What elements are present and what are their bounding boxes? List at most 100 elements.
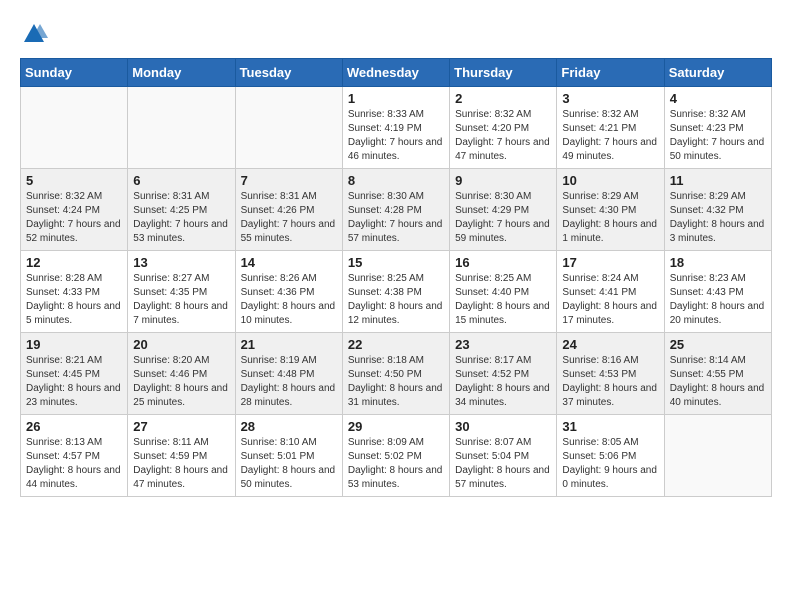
day-number: 17 — [562, 255, 658, 270]
day-number: 12 — [26, 255, 122, 270]
calendar-week-row: 19 Sunrise: 8:21 AMSunset: 4:45 PMDayligh… — [21, 333, 772, 415]
calendar-day-cell: 7 Sunrise: 8:31 AMSunset: 4:26 PMDaylight… — [235, 169, 342, 251]
calendar-week-row: 5Sunrise: 8:32 AMSunset: 4:24 PMDaylight… — [21, 169, 772, 251]
day-number: 5 — [26, 173, 122, 188]
calendar-day-cell: 14 Sunrise: 8:26 AMSunset: 4:36 PMDayligh… — [235, 251, 342, 333]
calendar-day-cell: 31 Sunrise: 8:05 AMSunset: 5:06 PMDayligh… — [557, 415, 664, 497]
day-info: Sunrise: 8:09 AMSunset: 5:02 PMDaylight:… — [348, 436, 444, 492]
day-number: 9 — [455, 173, 551, 188]
day-info: Sunrise: 8:32 AMSunset: 4:21 PMDaylight:… — [562, 108, 658, 164]
calendar-day-cell: 29 Sunrise: 8:09 AMSunset: 5:02 PMDayligh… — [342, 415, 449, 497]
calendar-day-cell: 9Sunrise: 8:30 AMSunset: 4:29 PMDaylight… — [450, 169, 557, 251]
day-header: Saturday — [664, 59, 771, 87]
logo — [20, 20, 52, 48]
calendar-day-cell: 19 Sunrise: 8:21 AMSunset: 4:45 PMDayligh… — [21, 333, 128, 415]
day-number: 4 — [670, 91, 766, 106]
day-number: 26 — [26, 419, 122, 434]
day-info: Sunrise: 8:07 AMSunset: 5:04 PMDaylight:… — [455, 436, 551, 492]
calendar-day-cell: 4 Sunrise: 8:32 AMSunset: 4:23 PMDaylight… — [664, 87, 771, 169]
calendar-day-cell: 5Sunrise: 8:32 AMSunset: 4:24 PMDaylight… — [21, 169, 128, 251]
day-header: Thursday — [450, 59, 557, 87]
day-info: Sunrise: 8:33 AMSunset: 4:19 PMDaylight:… — [348, 108, 444, 164]
day-number: 16 — [455, 255, 551, 270]
day-number: 27 — [133, 419, 229, 434]
day-info: Sunrise: 8:21 AMSunset: 4:45 PMDaylight:… — [26, 354, 122, 410]
day-number: 22 — [348, 337, 444, 352]
calendar-day-cell: 30Sunrise: 8:07 AMSunset: 5:04 PMDayligh… — [450, 415, 557, 497]
day-info: Sunrise: 8:05 AMSunset: 5:06 PMDaylight:… — [562, 436, 658, 492]
day-number: 1 — [348, 91, 444, 106]
day-info: Sunrise: 8:32 AMSunset: 4:20 PMDaylight:… — [455, 108, 551, 164]
day-info: Sunrise: 8:26 AMSunset: 4:36 PMDaylight:… — [241, 272, 337, 328]
day-info: Sunrise: 8:14 AMSunset: 4:55 PMDaylight:… — [670, 354, 766, 410]
day-number: 18 — [670, 255, 766, 270]
day-number: 7 — [241, 173, 337, 188]
day-number: 31 — [562, 419, 658, 434]
day-info: Sunrise: 8:23 AMSunset: 4:43 PMDaylight:… — [670, 272, 766, 328]
calendar-day-cell — [664, 415, 771, 497]
calendar-day-cell: 1 Sunrise: 8:33 AMSunset: 4:19 PMDaylight… — [342, 87, 449, 169]
day-info: Sunrise: 8:19 AMSunset: 4:48 PMDaylight:… — [241, 354, 337, 410]
day-info: Sunrise: 8:30 AMSunset: 4:28 PMDaylight:… — [348, 190, 444, 246]
calendar-day-cell — [21, 87, 128, 169]
day-info: Sunrise: 8:31 AMSunset: 4:26 PMDaylight:… — [241, 190, 337, 246]
calendar-day-cell: 20 Sunrise: 8:20 AMSunset: 4:46 PMDayligh… — [128, 333, 235, 415]
day-number: 28 — [241, 419, 337, 434]
calendar-day-cell: 2 Sunrise: 8:32 AMSunset: 4:20 PMDaylight… — [450, 87, 557, 169]
calendar-week-row: 12Sunrise: 8:28 AMSunset: 4:33 PMDayligh… — [21, 251, 772, 333]
calendar-day-cell: 22 Sunrise: 8:18 AMSunset: 4:50 PMDayligh… — [342, 333, 449, 415]
day-info: Sunrise: 8:16 AMSunset: 4:53 PMDaylight:… — [562, 354, 658, 410]
day-info: Sunrise: 8:20 AMSunset: 4:46 PMDaylight:… — [133, 354, 229, 410]
calendar-day-cell: 18 Sunrise: 8:23 AMSunset: 4:43 PMDayligh… — [664, 251, 771, 333]
day-info: Sunrise: 8:29 AMSunset: 4:32 PMDaylight:… — [670, 190, 766, 246]
day-number: 14 — [241, 255, 337, 270]
calendar-day-cell: 24 Sunrise: 8:16 AMSunset: 4:53 PMDayligh… — [557, 333, 664, 415]
day-info: Sunrise: 8:32 AMSunset: 4:23 PMDaylight:… — [670, 108, 766, 164]
calendar-day-cell: 12Sunrise: 8:28 AMSunset: 4:33 PMDayligh… — [21, 251, 128, 333]
day-number: 23 — [455, 337, 551, 352]
calendar-week-row: 1 Sunrise: 8:33 AMSunset: 4:19 PMDaylight… — [21, 87, 772, 169]
day-number: 6 — [133, 173, 229, 188]
day-number: 29 — [348, 419, 444, 434]
day-number: 10 — [562, 173, 658, 188]
day-info: Sunrise: 8:18 AMSunset: 4:50 PMDaylight:… — [348, 354, 444, 410]
day-number: 11 — [670, 173, 766, 188]
day-info: Sunrise: 8:25 AMSunset: 4:38 PMDaylight:… — [348, 272, 444, 328]
day-number: 2 — [455, 91, 551, 106]
calendar-day-cell: 13 Sunrise: 8:27 AMSunset: 4:35 PMDayligh… — [128, 251, 235, 333]
day-info: Sunrise: 8:31 AMSunset: 4:25 PMDaylight:… — [133, 190, 229, 246]
calendar-day-cell: 3Sunrise: 8:32 AMSunset: 4:21 PMDaylight… — [557, 87, 664, 169]
calendar-day-cell: 25Sunrise: 8:14 AMSunset: 4:55 PMDayligh… — [664, 333, 771, 415]
day-number: 21 — [241, 337, 337, 352]
day-info: Sunrise: 8:25 AMSunset: 4:40 PMDaylight:… — [455, 272, 551, 328]
day-info: Sunrise: 8:13 AMSunset: 4:57 PMDaylight:… — [26, 436, 122, 492]
day-number: 20 — [133, 337, 229, 352]
day-header: Monday — [128, 59, 235, 87]
day-info: Sunrise: 8:27 AMSunset: 4:35 PMDaylight:… — [133, 272, 229, 328]
calendar-table: SundayMondayTuesdayWednesdayThursdayFrid… — [20, 58, 772, 497]
calendar-day-cell: 28Sunrise: 8:10 AMSunset: 5:01 PMDayligh… — [235, 415, 342, 497]
day-number: 8 — [348, 173, 444, 188]
calendar-day-cell: 8 Sunrise: 8:30 AMSunset: 4:28 PMDaylight… — [342, 169, 449, 251]
day-info: Sunrise: 8:17 AMSunset: 4:52 PMDaylight:… — [455, 354, 551, 410]
calendar-day-cell: 16 Sunrise: 8:25 AMSunset: 4:40 PMDayligh… — [450, 251, 557, 333]
day-number: 15 — [348, 255, 444, 270]
calendar-day-cell — [235, 87, 342, 169]
day-header: Sunday — [21, 59, 128, 87]
calendar-day-cell: 26 Sunrise: 8:13 AMSunset: 4:57 PMDayligh… — [21, 415, 128, 497]
calendar-day-cell — [128, 87, 235, 169]
day-number: 24 — [562, 337, 658, 352]
calendar-day-cell: 17Sunrise: 8:24 AMSunset: 4:41 PMDayligh… — [557, 251, 664, 333]
calendar-day-cell: 23 Sunrise: 8:17 AMSunset: 4:52 PMDayligh… — [450, 333, 557, 415]
page-header — [20, 20, 772, 48]
day-header: Tuesday — [235, 59, 342, 87]
logo-icon — [20, 20, 48, 48]
day-number: 13 — [133, 255, 229, 270]
day-number: 19 — [26, 337, 122, 352]
day-info: Sunrise: 8:29 AMSunset: 4:30 PMDaylight:… — [562, 190, 658, 246]
calendar-header-row: SundayMondayTuesdayWednesdayThursdayFrid… — [21, 59, 772, 87]
calendar-day-cell: 6 Sunrise: 8:31 AMSunset: 4:25 PMDaylight… — [128, 169, 235, 251]
calendar-day-cell: 10 Sunrise: 8:29 AMSunset: 4:30 PMDayligh… — [557, 169, 664, 251]
calendar-day-cell: 15 Sunrise: 8:25 AMSunset: 4:38 PMDayligh… — [342, 251, 449, 333]
calendar-day-cell: 27Sunrise: 8:11 AMSunset: 4:59 PMDayligh… — [128, 415, 235, 497]
